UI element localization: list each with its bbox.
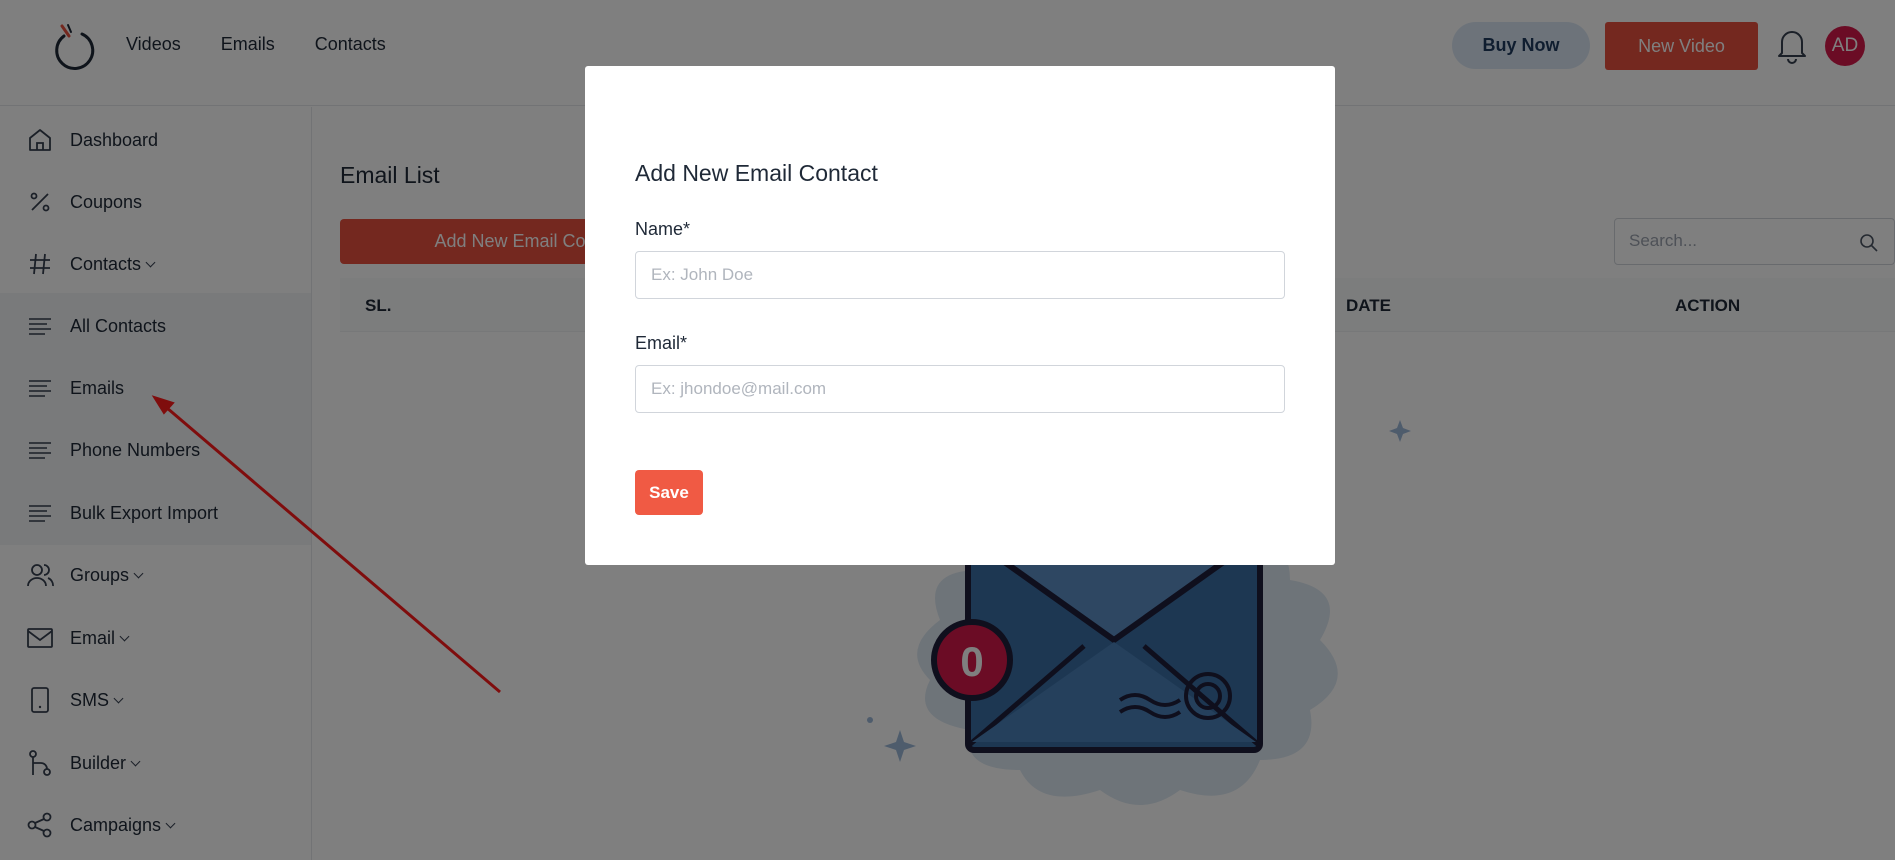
email-input[interactable]: [635, 365, 1285, 413]
name-label: Name*: [635, 219, 691, 239]
email-label: Email*: [635, 333, 688, 353]
add-email-contact-modal: Add New Email Contact Name* Email* Save: [585, 66, 1335, 565]
name-input[interactable]: [635, 251, 1285, 299]
save-button[interactable]: Save: [635, 470, 703, 515]
modal-title: Add New Email Contact: [635, 160, 878, 186]
